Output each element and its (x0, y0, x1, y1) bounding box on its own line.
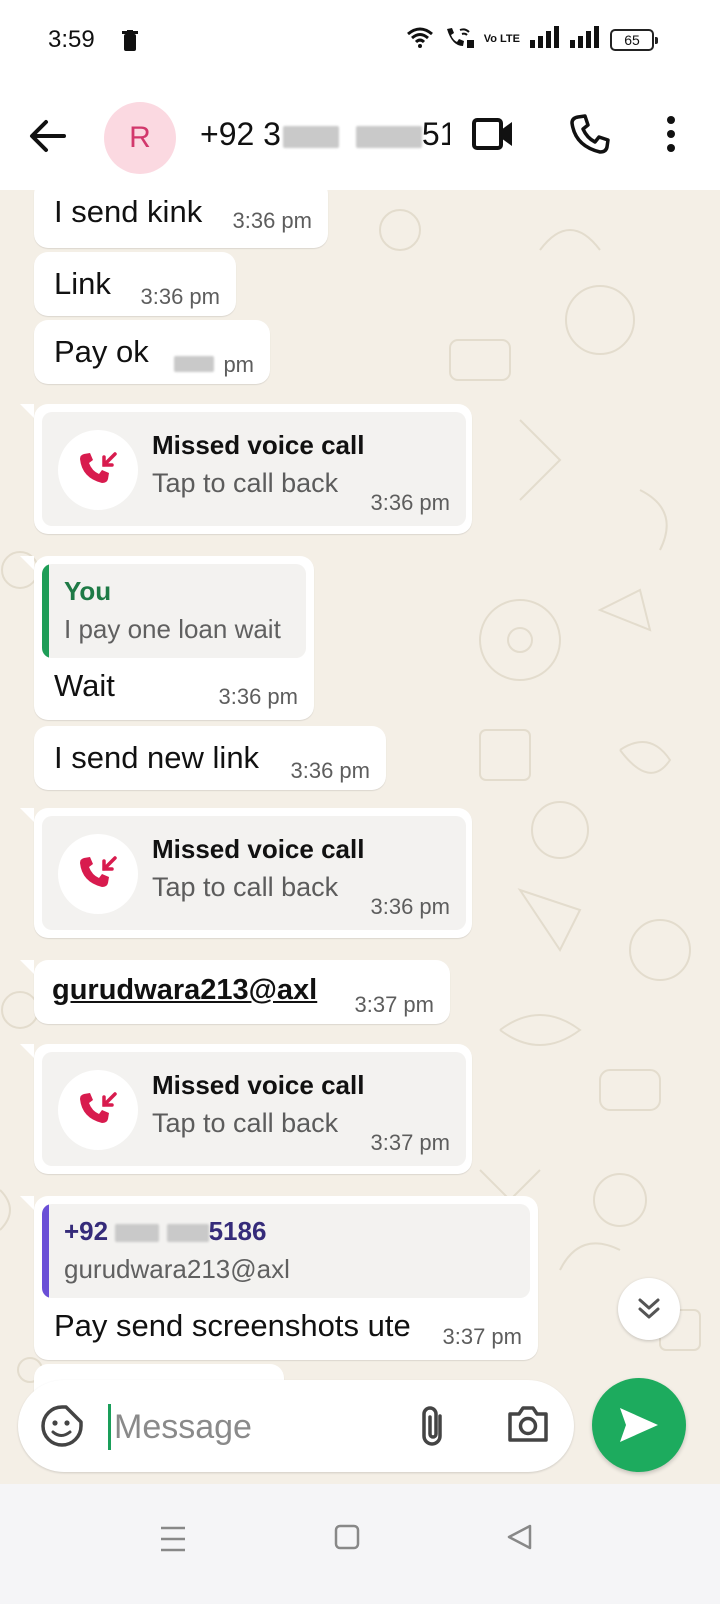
message-text: Link (54, 266, 111, 301)
video-call-icon[interactable] (472, 116, 514, 157)
call-title: Missed voice call (152, 1070, 365, 1100)
call-card[interactable]: Missed voice call Tap to call back 3:36 … (42, 816, 466, 930)
message-time: 3:36 pm (370, 490, 451, 515)
message-time: 3:36 pm (140, 284, 221, 309)
call-card[interactable]: Missed voice call Tap to call back 3:36 … (42, 412, 466, 526)
call-subtitle: Tap to call back (152, 1108, 339, 1138)
missed-call-bubble[interactable]: Missed voice call Tap to call back 3:36 … (34, 404, 472, 534)
signal-icon (530, 26, 560, 53)
missed-call-icon (58, 430, 138, 510)
quote-bar (42, 1204, 49, 1298)
scroll-down-button[interactable] (618, 1278, 680, 1340)
quote-author-prefix: +92 (64, 1216, 109, 1246)
message-time: 3:37 pm (354, 992, 435, 1017)
quote-author: +92 5186 (64, 1216, 266, 1247)
message-text: Pay ok (54, 334, 149, 369)
bubble-tail (20, 1196, 34, 1210)
message-time: pm (223, 352, 254, 377)
message-time: 3:37 pm (442, 1324, 523, 1349)
recents-icon[interactable] (160, 1526, 186, 1557)
back-nav-icon[interactable] (506, 1524, 532, 1555)
text-cursor (108, 1404, 111, 1450)
contact-prefix: +92 3 (200, 116, 281, 152)
redacted-block (355, 125, 422, 148)
attach-icon[interactable] (416, 1404, 448, 1453)
message-input[interactable]: Message (114, 1408, 252, 1447)
call-title: Missed voice call (152, 834, 365, 864)
wifi-call-icon (444, 26, 474, 53)
back-arrow-icon[interactable] (28, 116, 68, 161)
message-list[interactable]: I send kink 3:36 pm Link 3:36 pm Pay ok … (0, 190, 720, 1392)
camera-icon[interactable] (506, 1404, 550, 1449)
redacted-block (282, 125, 339, 148)
quote-text: gurudwara213@axl (64, 1254, 290, 1284)
missed-call-icon (58, 834, 138, 914)
missed-call-icon (58, 1070, 138, 1150)
message-text: Wait (54, 668, 115, 703)
quote-author-suffix: 5186 (208, 1216, 267, 1246)
call-subtitle: Tap to call back (152, 468, 339, 498)
message-bubble[interactable]: Pay ok pm (34, 320, 270, 384)
redacted-block (115, 1224, 160, 1243)
message-time: 3:36 pm (218, 684, 299, 709)
system-icons: Vo LTE 65 (406, 26, 658, 53)
message-time: 3:36 pm (290, 758, 371, 783)
message-time: 3:37 pm (370, 1130, 451, 1155)
avatar[interactable]: R (104, 102, 176, 174)
bubble-tail (20, 808, 34, 822)
trash-icon (122, 30, 138, 57)
message-time: 3:36 pm (232, 208, 313, 233)
bubble-tail (20, 404, 34, 418)
missed-call-bubble[interactable]: Missed voice call Tap to call back 3:37 … (34, 1044, 472, 1174)
quoted-message[interactable]: You I pay one loan wait (42, 564, 306, 658)
call-card[interactable]: Missed voice call Tap to call back 3:37 … (42, 1052, 466, 1166)
signal-icon (570, 26, 600, 53)
call-title: Missed voice call (152, 430, 365, 460)
message-time: 3:36 pm (370, 894, 451, 919)
status-time: 3:59 (48, 26, 95, 53)
contact-suffix: 51... (421, 116, 450, 152)
wifi-icon (406, 26, 434, 53)
contact-name[interactable]: +92 3 51... (200, 116, 450, 153)
message-text: Pay send screenshots ute (54, 1308, 411, 1343)
message-bubble[interactable]: I send kink 3:36 pm (34, 190, 328, 248)
home-icon[interactable] (334, 1524, 360, 1555)
battery-icon: 65 (610, 28, 658, 51)
bubble-tail (20, 1044, 34, 1058)
call-subtitle: Tap to call back (152, 872, 339, 902)
quote-text: I pay one loan wait (64, 614, 281, 644)
message-text: I send kink (54, 194, 203, 229)
more-vert-icon[interactable] (664, 114, 678, 159)
message-bubble[interactable]: +92 5186 gurudwara213@axl Pay send scree… (34, 1196, 538, 1360)
sticker-icon[interactable] (40, 1404, 84, 1453)
quote-author: You (64, 576, 112, 606)
message-bubble[interactable]: Link 3:36 pm (34, 252, 236, 316)
message-bubble[interactable]: I send new link 3:36 pm (34, 726, 386, 790)
missed-call-bubble[interactable]: Missed voice call Tap to call back 3:36 … (34, 808, 472, 938)
system-nav-bar (0, 1484, 720, 1604)
send-button[interactable] (592, 1378, 686, 1472)
status-bar: 3:59 Vo LTE 65 (0, 0, 720, 84)
upi-link[interactable]: gurudwara213@axl (52, 974, 317, 1007)
message-text: I send new link (54, 740, 260, 775)
bubble-tail (20, 960, 34, 974)
redacted-block (166, 1224, 209, 1243)
quote-bar (42, 564, 49, 658)
chat-header: R +92 3 51... (0, 84, 720, 190)
redacted-block (174, 356, 214, 372)
message-bubble[interactable]: gurudwara213@axl 3:37 pm (34, 960, 450, 1024)
volte-indicator: Vo LTE (483, 33, 520, 45)
quoted-message[interactable]: +92 5186 gurudwara213@axl (42, 1204, 530, 1298)
message-bubble[interactable]: You I pay one loan wait Wait 3:36 pm (34, 556, 314, 720)
phone-icon[interactable] (570, 114, 610, 159)
bubble-tail (20, 556, 34, 570)
message-composer[interactable]: Message (18, 1380, 574, 1472)
